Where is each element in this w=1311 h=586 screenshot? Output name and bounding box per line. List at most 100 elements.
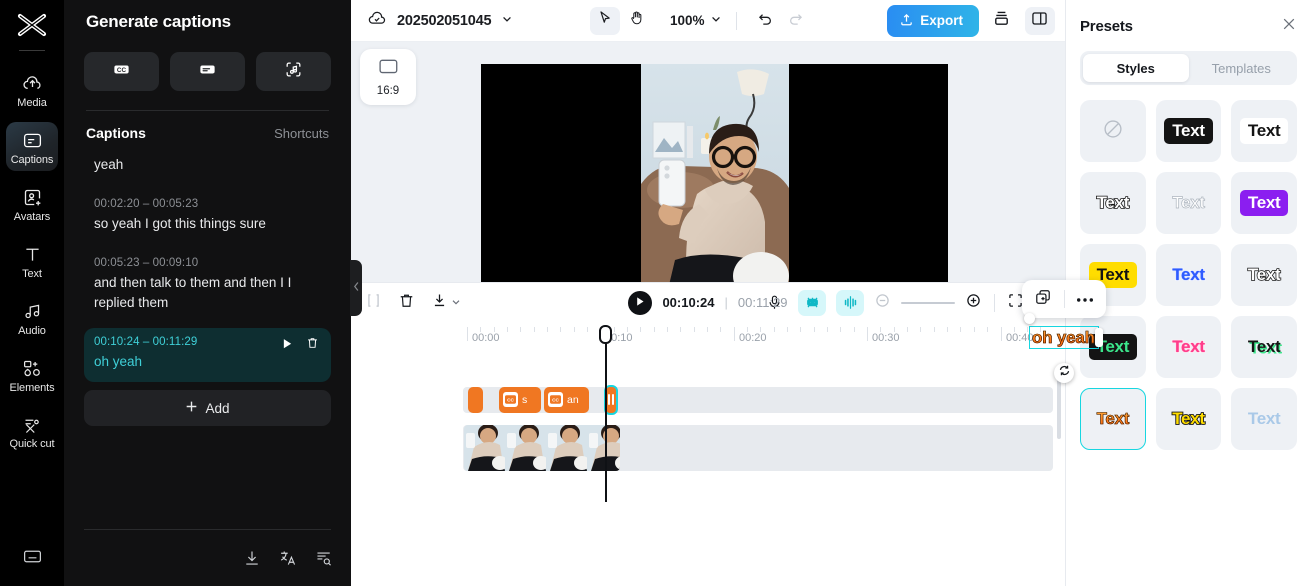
aspect-ratio-icon: [378, 58, 399, 80]
style-preview-label: Text: [1171, 336, 1205, 357]
right-panel-toggle-icon: [1030, 9, 1049, 33]
caption-clip[interactable]: CC s: [499, 386, 541, 413]
style-swatch-none[interactable]: [1080, 100, 1146, 162]
auto-adjust-button[interactable]: [798, 289, 826, 316]
close-icon[interactable]: [1281, 16, 1297, 37]
sidebar-item-quick-cut[interactable]: Quick cut: [6, 407, 58, 455]
style-preview-label: Text: [1247, 264, 1281, 285]
export-button[interactable]: Export: [887, 4, 979, 37]
style-swatch-light-blue[interactable]: Text: [1231, 388, 1297, 450]
zoom-slider[interactable]: [901, 301, 955, 304]
download-icon[interactable]: [243, 549, 261, 572]
caption-styles-button[interactable]: [170, 52, 245, 91]
elements-icon: [21, 357, 43, 379]
style-swatch-white-outline[interactable]: Text: [1231, 244, 1297, 306]
find-replace-icon[interactable]: [315, 549, 333, 572]
style-swatch-purple-box[interactable]: Text: [1231, 172, 1297, 234]
hand-tool-button[interactable]: [622, 7, 652, 35]
layers-button[interactable]: [987, 7, 1017, 35]
split-icon[interactable]: [365, 292, 382, 314]
sidebar-item-media[interactable]: Media: [6, 65, 58, 114]
style-preview-label: Text: [1172, 193, 1205, 213]
resize-handle-right[interactable]: [1095, 328, 1103, 347]
redo-button[interactable]: [781, 7, 811, 35]
captions-list-header: Captions Shortcuts: [84, 125, 331, 141]
caption-item-selected[interactable]: 00:10:24 – 00:11:29 oh yeah: [84, 328, 331, 382]
style-preview-label: Text: [1239, 118, 1289, 144]
caption-text: oh yeah: [94, 354, 143, 369]
waveform-button[interactable]: [836, 289, 864, 316]
shortcuts-link[interactable]: Shortcuts: [274, 126, 329, 141]
rail-divider: [19, 50, 45, 51]
style-swatch-blue-outline[interactable]: Text: [1155, 244, 1222, 306]
aspect-ratio-button[interactable]: 16:9: [360, 49, 416, 105]
rotate-icon: [1058, 364, 1071, 382]
sidebar-item-avatars[interactable]: Avatars: [6, 179, 58, 228]
playhead-line[interactable]: [605, 330, 607, 502]
lyrics-button[interactable]: [256, 52, 331, 91]
add-caption-button[interactable]: Add: [84, 390, 331, 426]
quick-cut-icon: [21, 414, 43, 436]
style-swatch-outline-black[interactable]: Text: [1080, 172, 1146, 234]
style-swatch-orange-gradient[interactable]: Text: [1080, 388, 1146, 450]
rotate-handle[interactable]: [1054, 363, 1074, 383]
play-button[interactable]: [628, 290, 653, 315]
zoom-in-button[interactable]: [965, 292, 982, 314]
translate-icon[interactable]: [279, 549, 297, 572]
style-preview-label: Text: [1171, 264, 1205, 285]
style-swatch-plain-white[interactable]: Text: [1155, 172, 1222, 234]
svg-text:CC: CC: [507, 398, 514, 404]
panel-collapse-handle[interactable]: [350, 260, 362, 316]
project-selector[interactable]: 202502051045: [367, 8, 513, 33]
keyboard-shortcuts-button[interactable]: [0, 546, 64, 572]
ruler-label: 00:00: [472, 331, 500, 344]
style-swatch-green-shadow[interactable]: Text: [1231, 316, 1297, 378]
trash-icon[interactable]: [398, 292, 415, 314]
capcut-logo-icon[interactable]: [14, 10, 50, 42]
sidebar-item-audio[interactable]: Audio: [6, 293, 58, 342]
toolbar-divider: [994, 293, 995, 312]
ellipsis-icon: [1076, 290, 1094, 308]
timeline-vertical-scrollbar[interactable]: [1057, 376, 1061, 439]
download-caret-button[interactable]: [431, 292, 461, 314]
style-swatch-black-box[interactable]: Text: [1155, 100, 1222, 162]
sidebar-item-captions[interactable]: Captions: [6, 122, 58, 171]
select-tool-button[interactable]: [590, 6, 621, 35]
caption-clip[interactable]: CC an: [544, 386, 589, 413]
caption-item[interactable]: 00:02:20 – 00:05:23 so yeah I got this t…: [84, 190, 331, 244]
zoom-out-button[interactable]: [874, 292, 891, 314]
caption-overlay-selection[interactable]: oh yeah: [1024, 313, 1103, 349]
tab-templates[interactable]: Templates: [1189, 54, 1295, 82]
sidebar-item-text[interactable]: Text: [6, 236, 58, 285]
panel-footer-divider: [84, 529, 331, 530]
resize-handle-top-left[interactable]: [1024, 313, 1035, 324]
style-swatch-yellow-black[interactable]: Text: [1155, 388, 1222, 450]
right-panel-toggle-button[interactable]: [1024, 6, 1055, 35]
more-options-button[interactable]: [1065, 290, 1107, 308]
auto-captions-button[interactable]: CC: [84, 52, 159, 91]
cc-icon: CC: [548, 392, 563, 407]
play-caption-icon[interactable]: [282, 337, 293, 355]
video-clip[interactable]: [464, 424, 620, 471]
sidebar-item-label: Avatars: [13, 211, 51, 223]
caption-clip[interactable]: [468, 386, 483, 413]
cloud-upload-icon: [21, 72, 43, 94]
duplicate-button[interactable]: [1022, 288, 1064, 311]
style-preview-label: Text: [1247, 409, 1281, 428]
playhead-handle[interactable]: [599, 324, 612, 344]
style-swatch-white-box[interactable]: Text: [1231, 100, 1297, 162]
subtitle-lines-icon: [198, 60, 217, 84]
undo-button[interactable]: [751, 7, 781, 35]
caption-item[interactable]: yeah: [84, 147, 331, 185]
sidebar-item-elements[interactable]: Elements: [6, 350, 58, 399]
panel-divider: [86, 110, 329, 111]
timeline-ruler[interactable]: 00:00 00:10 00:20 00:30 00:40: [351, 323, 1065, 347]
style-swatch-pink-outline[interactable]: Text: [1155, 316, 1222, 378]
top-right-actions: Export: [887, 4, 1055, 37]
delete-caption-icon[interactable]: [306, 336, 319, 355]
timeline-body[interactable]: 00:00 00:10 00:20 00:30 00:40 CC s CC an: [351, 322, 1065, 586]
tab-styles[interactable]: Styles: [1083, 54, 1189, 82]
style-preview-label: Text: [1247, 337, 1281, 356]
zoom-level-selector[interactable]: 100%: [670, 13, 722, 28]
caption-item[interactable]: 00:05:23 – 00:09:10 and then talk to the…: [84, 249, 331, 323]
